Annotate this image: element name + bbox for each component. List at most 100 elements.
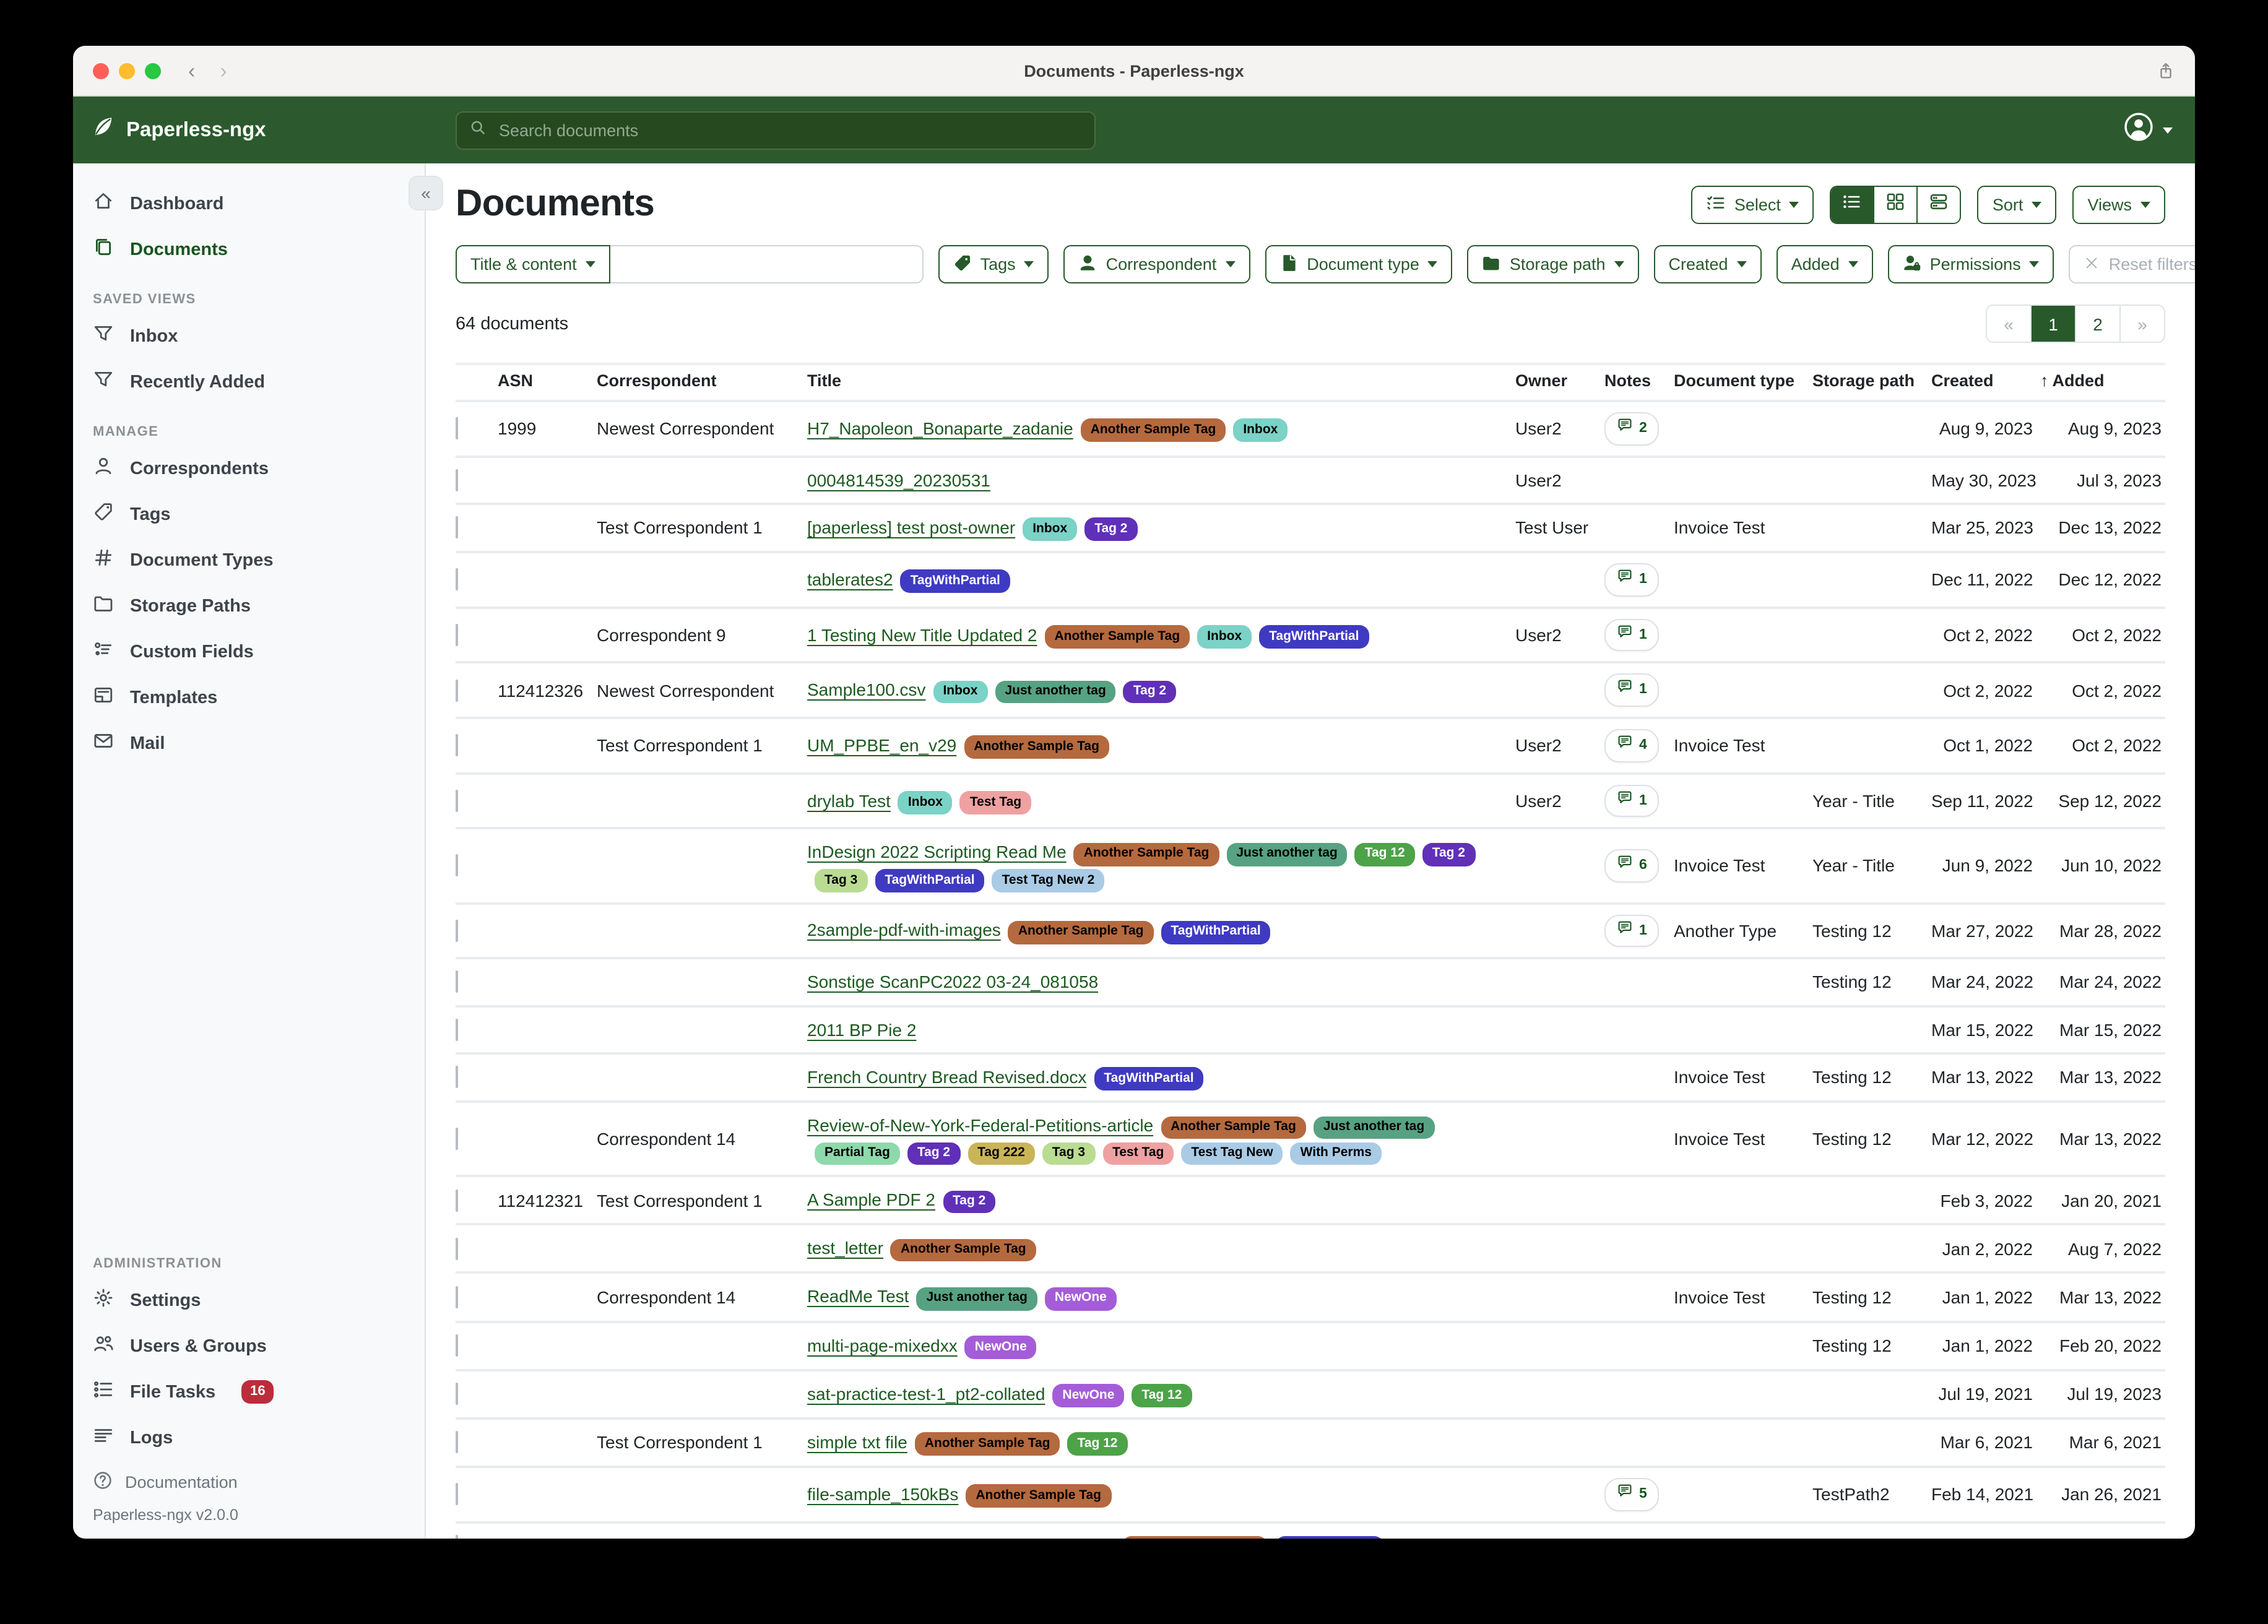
tag-pill[interactable]: Another Sample Tag — [1122, 1536, 1267, 1539]
cell-storage-path[interactable] — [1812, 456, 1931, 504]
row-checkbox[interactable] — [456, 517, 458, 539]
column-header-created[interactable]: Created — [1931, 364, 2040, 401]
tag-pill[interactable]: TagWithPartial — [1275, 1536, 1384, 1539]
sidebar-item-settings[interactable]: Settings — [73, 1277, 425, 1323]
minimize-window-button[interactable] — [119, 63, 135, 79]
tag-pill[interactable]: Just another tag — [916, 1287, 1037, 1310]
back-icon[interactable]: ‹ — [188, 60, 195, 81]
cell-correspondent[interactable]: Newest Correspondent — [597, 401, 807, 456]
tag-pill[interactable]: TagWithPartial — [1259, 625, 1369, 648]
document-title-link[interactable]: InDesign 2022 Scripting Read Me — [807, 842, 1067, 862]
cell-document-type[interactable] — [1674, 1370, 1812, 1418]
tag-pill[interactable]: Tag 2 — [1123, 680, 1176, 703]
tag-pill[interactable]: Test Tag New — [1181, 1142, 1283, 1165]
cell-correspondent[interactable] — [597, 1006, 807, 1053]
forward-icon[interactable]: › — [220, 60, 227, 81]
row-checkbox[interactable] — [456, 735, 458, 757]
row-checkbox[interactable] — [456, 569, 458, 591]
row-checkbox[interactable] — [456, 920, 458, 942]
cell-document-type[interactable]: Invoice Test — [1674, 1102, 1812, 1176]
notes-count[interactable]: 1 — [1604, 914, 1660, 947]
cell-correspondent[interactable]: Test Correspondent 1 — [597, 1177, 807, 1225]
cell-storage-path[interactable] — [1812, 1006, 1931, 1053]
sidebar-collapse-button[interactable]: « — [409, 176, 443, 210]
grid-view-button[interactable] — [1875, 186, 1918, 222]
global-search[interactable] — [456, 111, 1096, 149]
sidebar-item-documents[interactable]: Documents — [73, 227, 425, 272]
row-checkbox[interactable] — [456, 971, 458, 993]
document-title-link[interactable]: sat-practice-test-1_pt2-collated — [807, 1383, 1045, 1403]
tag-pill[interactable]: Just another tag — [1226, 843, 1347, 866]
cell-storage-path[interactable] — [1812, 663, 1931, 718]
document-title-link[interactable]: [paperless] test post-owner — [807, 517, 1015, 537]
document-title-link[interactable]: sample-pdf-download-10-mb-longer-title — [807, 1535, 1114, 1539]
document-title-link[interactable]: Review-of-New-York-Federal-Petitions-art… — [807, 1115, 1153, 1135]
tag-pill[interactable]: Inbox — [1233, 419, 1288, 442]
tag-pill[interactable]: Tag 222 — [967, 1142, 1035, 1165]
cell-storage-path[interactable]: Testing 12 — [1812, 1053, 1931, 1102]
cell-storage-path[interactable] — [1812, 1370, 1931, 1418]
row-checkbox[interactable] — [456, 1066, 458, 1089]
row-checkbox[interactable] — [456, 1334, 458, 1357]
cell-document-type[interactable] — [1674, 663, 1812, 718]
added-filter-button[interactable]: Added — [1777, 245, 1873, 283]
sidebar-item-custom-fields[interactable]: Custom Fields — [73, 629, 425, 675]
column-header-asn[interactable]: ASN — [498, 364, 597, 401]
cell-storage-path[interactable] — [1812, 608, 1931, 663]
tag-pill[interactable]: Another Sample Tag — [1161, 1116, 1306, 1139]
tag-pill[interactable]: NewOne — [965, 1336, 1037, 1358]
document-title-link[interactable]: 2011 BP Pie 2 — [807, 1019, 916, 1039]
row-checkbox[interactable] — [456, 469, 458, 491]
row-checkbox[interactable] — [456, 1128, 458, 1150]
tag-pill[interactable]: Another Sample Tag — [1008, 921, 1154, 944]
tag-pill[interactable]: Tag 3 — [1042, 1142, 1095, 1165]
sidebar-item-correspondents[interactable]: Correspondents — [73, 446, 425, 491]
user-menu[interactable] — [2123, 111, 2173, 149]
cell-correspondent[interactable]: Correspondent 9 — [597, 608, 807, 663]
row-checkbox[interactable] — [456, 417, 458, 439]
cell-storage-path[interactable] — [1812, 504, 1931, 552]
cell-storage-path[interactable]: Testing 12 — [1812, 903, 1931, 958]
cell-storage-path[interactable] — [1812, 401, 1931, 456]
cell-correspondent[interactable] — [597, 959, 807, 1006]
tag-pill[interactable]: Inbox — [933, 680, 987, 703]
sidebar-item-inbox[interactable]: Inbox — [73, 313, 425, 359]
tag-pill[interactable]: Tag 12 — [1068, 1433, 1128, 1456]
cell-document-type[interactable]: Invoice Test — [1674, 1053, 1812, 1102]
row-checkbox[interactable] — [456, 1483, 458, 1505]
list-view-button[interactable] — [1832, 186, 1875, 222]
cell-storage-path[interactable] — [1812, 718, 1931, 773]
cell-correspondent[interactable]: Newest Correspondent — [597, 663, 807, 718]
column-header-added[interactable]: ↑Added — [2040, 364, 2165, 401]
document-title-link[interactable]: 0004814539_20230531 — [807, 470, 990, 490]
sidebar-item-recently-added[interactable]: Recently Added — [73, 359, 425, 405]
tag-pill[interactable]: Test Tag New 2 — [992, 869, 1105, 892]
cell-correspondent[interactable]: Correspondent 14 — [597, 1273, 807, 1321]
tag-pill[interactable]: TagWithPartial — [901, 570, 1010, 593]
select-button[interactable]: Select — [1691, 185, 1814, 223]
document-title-link[interactable]: Sample100.csv — [807, 680, 925, 699]
pagination-page-1[interactable]: 1 — [2032, 306, 2076, 342]
tag-pill[interactable]: TagWithPartial — [875, 869, 984, 892]
tag-pill[interactable]: Just another tag — [995, 680, 1115, 703]
cell-document-type[interactable] — [1674, 774, 1812, 829]
cell-storage-path[interactable]: Testing 12 — [1812, 1102, 1931, 1176]
sidebar-item-users-groups[interactable]: Users & Groups — [73, 1323, 425, 1369]
zoom-window-button[interactable] — [145, 63, 161, 79]
permissions-filter-button[interactable]: Permissions — [1888, 245, 2054, 283]
tag-pill[interactable]: Tag 2 — [1422, 843, 1475, 866]
brand[interactable]: Paperless-ngx — [92, 115, 266, 145]
sidebar-item-documentation[interactable]: Documentation — [73, 1461, 425, 1497]
cell-document-type[interactable] — [1674, 401, 1812, 456]
views-button[interactable]: Views — [2072, 185, 2165, 223]
cell-correspondent[interactable] — [597, 774, 807, 829]
cell-storage-path[interactable]: Testing 12 — [1812, 959, 1931, 1006]
pagination-next[interactable]: » — [2121, 306, 2164, 342]
tag-pill[interactable]: Test Tag — [1102, 1142, 1174, 1165]
document-title-link[interactable]: 2sample-pdf-with-images — [807, 920, 1001, 940]
column-header-correspondent[interactable]: Correspondent — [597, 364, 807, 401]
sidebar-item-logs[interactable]: Logs — [73, 1415, 425, 1461]
row-checkbox[interactable] — [456, 1238, 458, 1260]
tag-pill[interactable]: NewOne — [1052, 1384, 1124, 1407]
tag-pill[interactable]: Inbox — [898, 791, 953, 814]
